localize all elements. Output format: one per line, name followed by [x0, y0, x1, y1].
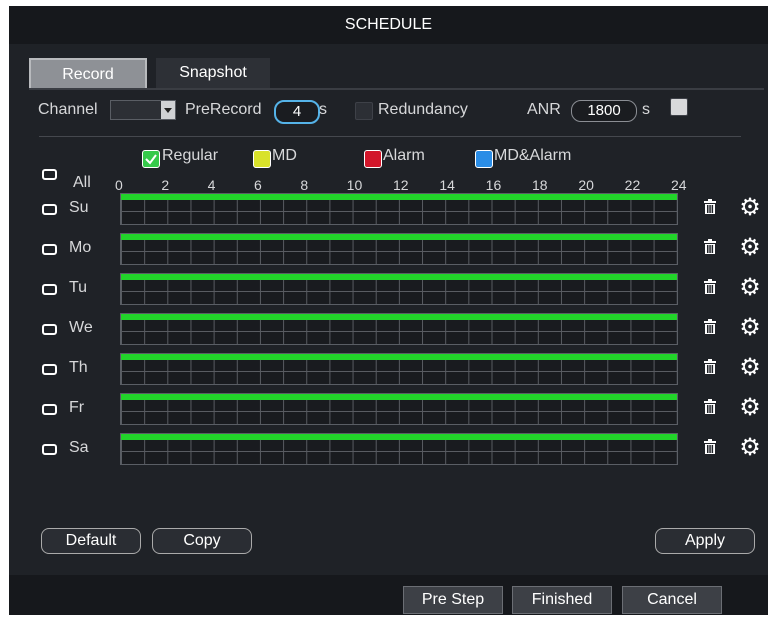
day-toggle-icon[interactable] — [42, 324, 57, 335]
day-toggle-icon[interactable] — [42, 364, 57, 375]
legend-alarm: Alarm — [383, 147, 425, 164]
day-toggle-icon[interactable] — [42, 444, 57, 455]
md-alarm-color-swatch[interactable] — [475, 150, 493, 168]
checkmark-icon — [145, 154, 157, 165]
default-button[interactable]: Default — [41, 528, 141, 554]
hour-tick-label: 14 — [439, 177, 455, 193]
trash-icon[interactable] — [703, 199, 717, 215]
regular-check-icon[interactable] — [142, 150, 160, 168]
channel-select[interactable] — [110, 100, 176, 120]
hour-tick-label: 24 — [671, 177, 687, 193]
hour-tick-label: 16 — [485, 177, 502, 193]
anr-unit: s — [642, 101, 650, 118]
tab-underline — [29, 88, 764, 90]
gear-icon[interactable]: ⚙ — [737, 275, 763, 301]
schedule-window: SCHEDULE Record Snapshot Channel PreReco… — [9, 6, 768, 615]
schedule-grid[interactable] — [121, 240, 677, 264]
redundancy-label: Redundancy — [378, 101, 468, 118]
gear-icon[interactable]: ⚙ — [737, 435, 763, 461]
day-label: Tu — [69, 279, 88, 296]
window-title: SCHEDULE — [9, 6, 768, 44]
anr-input[interactable]: 1800 — [571, 100, 637, 122]
hour-tick-label: 0 — [115, 177, 123, 193]
gear-icon[interactable]: ⚙ — [737, 235, 763, 261]
finished-button[interactable]: Finished — [512, 586, 612, 614]
channel-label: Channel — [38, 101, 98, 118]
schedule-grid[interactable] — [121, 360, 677, 384]
divider — [39, 136, 741, 137]
day-label: We — [69, 319, 93, 336]
hour-tick-label: 4 — [207, 177, 216, 193]
day-label: Su — [69, 199, 89, 216]
day-toggle-icon[interactable] — [42, 404, 57, 415]
cancel-button[interactable]: Cancel — [622, 586, 722, 614]
gear-icon[interactable]: ⚙ — [737, 355, 763, 381]
hour-tick-label: 6 — [254, 177, 262, 193]
trash-icon[interactable] — [703, 359, 717, 375]
day-label: Fr — [69, 399, 85, 416]
anr-checkbox[interactable] — [670, 98, 688, 116]
day-toggle-icon[interactable] — [42, 204, 57, 215]
day-schedule-bar[interactable] — [120, 433, 678, 465]
apply-button[interactable]: Apply — [655, 528, 755, 554]
chevron-down-icon[interactable] — [161, 101, 175, 119]
trash-icon[interactable] — [703, 279, 717, 295]
schedule-grid[interactable] — [121, 440, 677, 464]
legend-md: MD — [272, 147, 297, 164]
prerecord-unit: s — [319, 101, 327, 118]
schedule-grid[interactable] — [121, 320, 677, 344]
legend-md-alarm: MD&Alarm — [494, 147, 572, 164]
anr-label: ANR — [527, 101, 561, 118]
day-schedule-bar[interactable] — [120, 233, 678, 265]
trash-icon[interactable] — [703, 239, 717, 255]
pre-step-button[interactable]: Pre Step — [403, 586, 503, 614]
legend-regular: Regular — [162, 147, 219, 164]
channel-value — [111, 101, 115, 117]
day-schedule-bar[interactable] — [120, 193, 678, 225]
prerecord-input[interactable]: 4 — [274, 100, 320, 124]
hour-tick-label: 22 — [624, 177, 641, 193]
day-label: Sa — [69, 439, 89, 456]
hour-tick-label: 20 — [578, 177, 594, 193]
all-toggle-icon[interactable] — [42, 169, 57, 180]
prerecord-label: PreRecord — [185, 101, 262, 118]
all-label: All — [73, 174, 91, 191]
schedule-grid[interactable] — [121, 280, 677, 304]
trash-icon[interactable] — [703, 439, 717, 455]
day-label: Mo — [69, 239, 92, 256]
alarm-color-swatch[interactable] — [364, 150, 382, 168]
hour-tick-label: 8 — [300, 177, 309, 193]
hour-tick-label: 10 — [346, 177, 363, 193]
copy-button[interactable]: Copy — [152, 528, 252, 554]
day-schedule-bar[interactable] — [120, 353, 678, 385]
day-toggle-icon[interactable] — [42, 284, 57, 295]
gear-icon[interactable]: ⚙ — [737, 315, 763, 341]
day-schedule-bar[interactable] — [120, 393, 678, 425]
redundancy-checkbox[interactable] — [355, 102, 373, 120]
day-schedule-bar[interactable] — [120, 273, 678, 305]
tab-snapshot[interactable]: Snapshot — [156, 58, 270, 88]
day-schedule-bar[interactable] — [120, 313, 678, 345]
hour-tick-label: 18 — [532, 177, 548, 193]
schedule-grid[interactable] — [121, 200, 677, 224]
gear-icon[interactable]: ⚙ — [737, 195, 763, 221]
trash-icon[interactable] — [703, 399, 717, 415]
tab-record[interactable]: Record — [29, 58, 147, 90]
gear-icon[interactable]: ⚙ — [737, 395, 763, 421]
trash-icon[interactable] — [703, 319, 717, 335]
day-label: Th — [69, 359, 88, 376]
md-color-swatch[interactable] — [253, 150, 271, 168]
hour-tick-label: 2 — [161, 177, 170, 193]
day-toggle-icon[interactable] — [42, 244, 57, 255]
hour-tick-label: 12 — [393, 177, 409, 193]
schedule-grid[interactable] — [121, 400, 677, 424]
